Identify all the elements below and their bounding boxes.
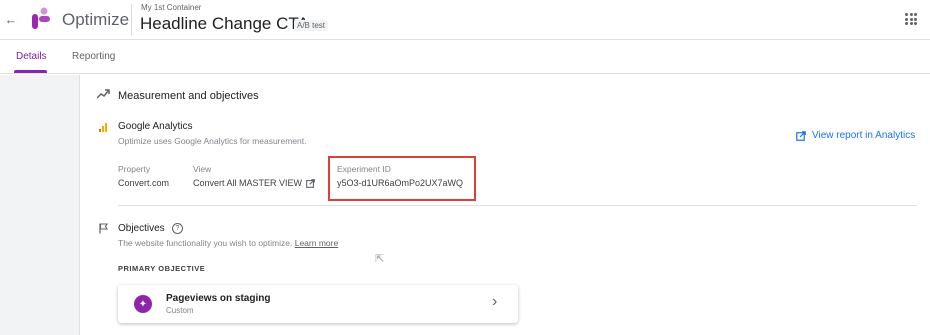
- view-label: View: [193, 164, 212, 174]
- back-arrow-icon[interactable]: ←: [2, 10, 20, 28]
- help-icon[interactable]: ?: [172, 223, 183, 234]
- objectives-title: Objectives: [118, 223, 165, 234]
- external-link-icon[interactable]: [306, 178, 315, 188]
- tab-reporting[interactable]: Reporting: [72, 51, 115, 62]
- primary-objective-card[interactable]: ✦ Pageviews on staging Custom ›: [118, 285, 518, 323]
- analytics-title: Google Analytics: [118, 121, 193, 132]
- container-name[interactable]: My 1st Container: [141, 3, 201, 12]
- learn-more-link[interactable]: Learn more: [295, 238, 338, 248]
- objectives-description: The website functionality you wish to op…: [118, 238, 293, 248]
- experiment-id-label: Experiment ID: [337, 164, 391, 174]
- left-gutter: [0, 75, 80, 335]
- analytics-subtitle: Optimize uses Google Analytics for measu…: [118, 136, 307, 146]
- top-bar: ← Optimize My 1st Container Headline Cha…: [0, 0, 930, 40]
- property-label: Property: [118, 164, 151, 174]
- active-tab-indicator: [14, 70, 47, 73]
- header-divider: [131, 4, 132, 36]
- section-title: Measurement and objectives: [118, 90, 259, 102]
- flag-icon: [99, 223, 108, 234]
- experiment-title: Headline Change CTA: [140, 14, 309, 33]
- view-report-link[interactable]: View report in Analytics: [796, 130, 915, 141]
- chevron-right-icon[interactable]: ›: [492, 293, 497, 311]
- view-value[interactable]: Convert All MASTER VIEW: [193, 178, 315, 188]
- objectives-subtitle: The website functionality you wish to op…: [118, 238, 338, 248]
- section-divider: [118, 205, 917, 206]
- primary-objective-label: PRIMARY OBJECTIVE: [118, 264, 206, 273]
- view-value-text: Convert All MASTER VIEW: [193, 178, 303, 188]
- tab-bar: Details Reporting: [0, 40, 930, 74]
- sparkle-icon: ✦: [134, 295, 152, 313]
- optimize-logo[interactable]: [30, 7, 50, 29]
- property-value: Convert.com: [118, 178, 170, 188]
- experiment-id-value[interactable]: y5O3-d1UR6aOmPo2UX7aWQ: [337, 178, 463, 188]
- experiment-type-badge: A/B test: [294, 20, 329, 31]
- view-report-label: View report in Analytics: [812, 130, 916, 141]
- objective-type: Custom: [166, 306, 194, 315]
- external-link-icon: [796, 130, 806, 141]
- objective-name: Pageviews on staging: [166, 293, 271, 304]
- tab-details[interactable]: Details: [16, 51, 47, 62]
- product-name: Optimize: [62, 10, 130, 29]
- apps-grid-icon[interactable]: [905, 13, 917, 25]
- mouse-cursor-icon: ⇱: [375, 253, 385, 265]
- trending-icon: [97, 89, 110, 99]
- analytics-icon: [99, 122, 109, 132]
